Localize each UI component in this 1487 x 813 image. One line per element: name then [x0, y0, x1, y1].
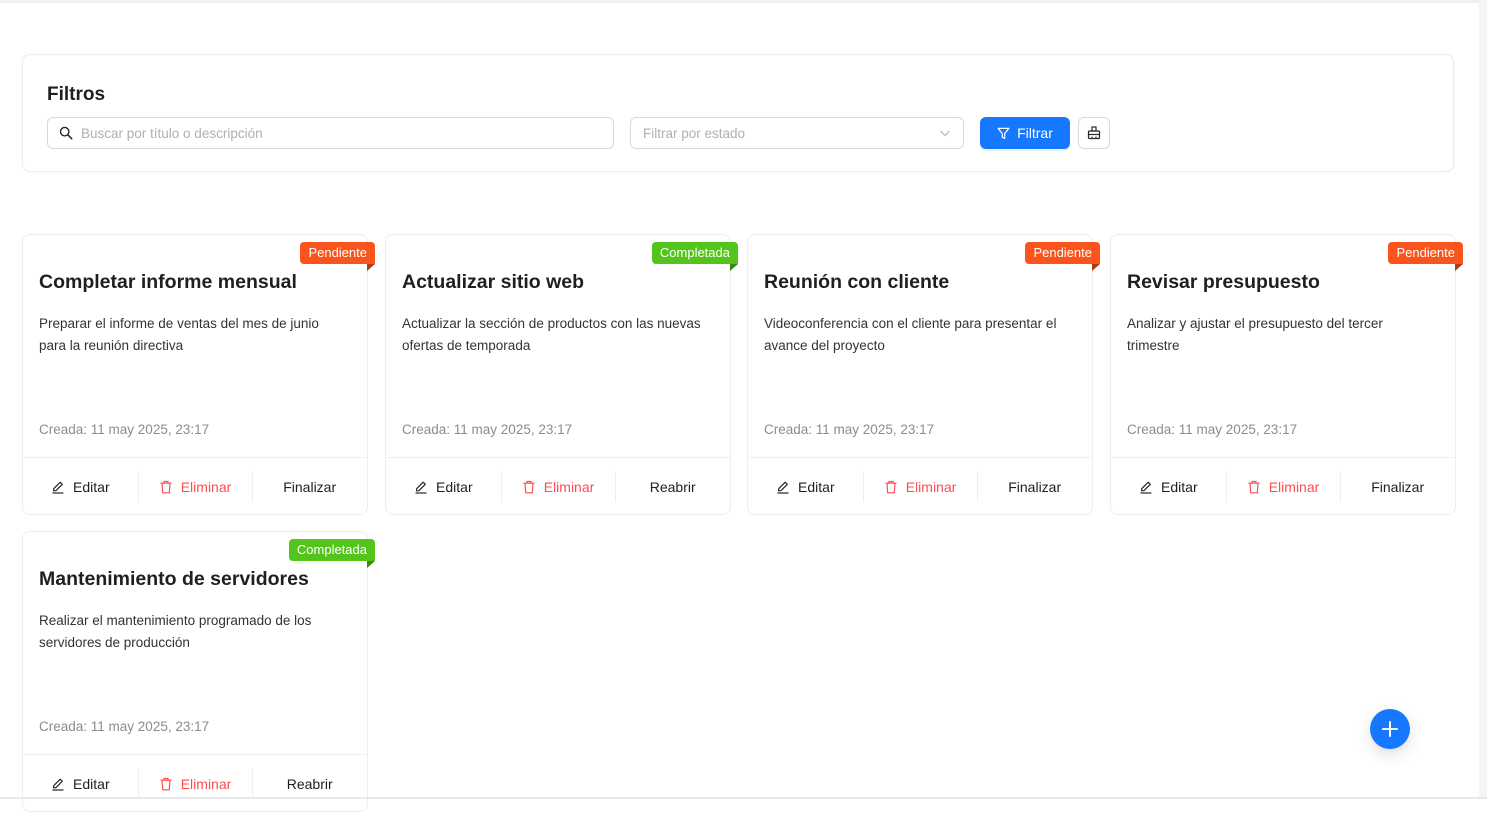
- top-divider: [0, 0, 1479, 3]
- toggle-status-label: Finalizar: [1371, 479, 1425, 495]
- scrollbar-track[interactable]: [1479, 0, 1487, 799]
- search-icon: [59, 126, 73, 140]
- task-description: Analizar y ajustar el presupuesto del te…: [1127, 316, 1383, 353]
- task-actions: Editar Eliminar Reabrir: [386, 457, 730, 516]
- edit-button[interactable]: Editar: [23, 458, 138, 516]
- search-input[interactable]: [79, 124, 603, 142]
- task-title: Revisar presupuesto: [1127, 271, 1320, 293]
- delete-button-label: Eliminar: [180, 479, 232, 495]
- toggle-status-label: Reabrir: [649, 479, 696, 495]
- task-actions: Editar Eliminar Finalizar: [748, 457, 1092, 516]
- status-badge-label: Pendiente: [1396, 245, 1455, 260]
- finish-button[interactable]: Finalizar: [252, 458, 367, 516]
- status-badge: Pendiente: [300, 242, 375, 271]
- task-created-date: Creada: 11 may 2025, 23:17: [764, 422, 935, 437]
- delete-button-label: Eliminar: [543, 479, 595, 495]
- toggle-status-label: Finalizar: [1008, 479, 1062, 495]
- task-actions: Editar Eliminar Finalizar: [23, 457, 367, 516]
- status-badge-label: Pendiente: [1033, 245, 1092, 260]
- ribbon-fold: [730, 264, 738, 271]
- edit-button-label: Editar: [73, 479, 110, 495]
- edit-icon: [52, 481, 64, 494]
- ribbon-fold: [367, 561, 375, 568]
- edit-icon: [777, 481, 789, 494]
- task-description: Actualizar la sección de productos con l…: [402, 316, 701, 353]
- plus-icon: [1382, 721, 1398, 737]
- status-badge-label: Completada: [296, 542, 367, 557]
- trash-icon: [160, 480, 172, 494]
- task-card: Completada Actualizar sitio web Actualizar…: [385, 234, 738, 516]
- clear-filters-button[interactable]: [1078, 117, 1110, 149]
- filter-button[interactable]: Filtrar: [980, 117, 1070, 149]
- status-badge: Pendiente: [1025, 242, 1100, 271]
- task-title: Completar informe mensual: [39, 271, 297, 293]
- status-badge-label: Pendiente: [308, 245, 367, 260]
- ribbon-fold: [1092, 264, 1100, 271]
- add-task-button[interactable]: [1370, 709, 1410, 749]
- delete-button-label: Eliminar: [905, 479, 957, 495]
- edit-button-label: Editar: [73, 776, 110, 792]
- task-actions: Editar Eliminar Reabrir: [23, 754, 367, 813]
- task-description: Preparar el informe de ventas del mes de…: [39, 316, 319, 353]
- delete-button[interactable]: Eliminar: [137, 755, 253, 813]
- filters-panel: Filtros Filtrar por estado Filtrar: [22, 54, 1454, 172]
- reopen-button[interactable]: Reabrir: [615, 458, 730, 516]
- edit-button[interactable]: Editar: [1111, 458, 1226, 516]
- delete-button-label: Eliminar: [1268, 479, 1320, 495]
- task-created-date: Creada: 11 may 2025, 23:17: [39, 719, 210, 734]
- edit-button[interactable]: Editar: [748, 458, 863, 516]
- clear-icon: [1087, 126, 1101, 140]
- task-description: Realizar el mantenimiento programado de …: [39, 613, 312, 650]
- trash-icon: [1248, 480, 1260, 494]
- delete-button[interactable]: Eliminar: [862, 458, 978, 516]
- funnel-icon: [997, 127, 1010, 139]
- ribbon-fold: [1455, 264, 1463, 271]
- task-card: Pendiente Revisar presupuesto Analizar y a…: [1110, 234, 1463, 516]
- finish-button[interactable]: Finalizar: [1340, 458, 1455, 516]
- edit-button[interactable]: Editar: [386, 458, 501, 516]
- task-title: Reunión con cliente: [764, 271, 950, 293]
- finish-button[interactable]: Finalizar: [977, 458, 1092, 516]
- status-badge-label: Completada: [659, 245, 730, 260]
- task-description: Videoconferencia con el cliente para pre…: [764, 316, 1057, 353]
- task-title: Actualizar sitio web: [402, 271, 585, 293]
- filter-button-label: Filtrar: [1017, 125, 1053, 141]
- status-select[interactable]: Filtrar por estado: [630, 117, 964, 149]
- edit-icon: [52, 778, 64, 791]
- task-created-date: Creada: 11 may 2025, 23:17: [1127, 422, 1298, 437]
- task-card: Pendiente Reunión con cliente Videoconfere…: [747, 234, 1100, 516]
- status-badge: Pendiente: [1388, 242, 1463, 271]
- edit-button-label: Editar: [436, 479, 473, 495]
- reopen-button[interactable]: Reabrir: [252, 755, 367, 813]
- search-input-wrapper[interactable]: [47, 117, 614, 149]
- trash-icon: [160, 777, 172, 791]
- task-title: Mantenimiento de servidores: [39, 568, 309, 590]
- trash-icon: [885, 480, 897, 494]
- edit-icon: [415, 481, 427, 494]
- task-actions: Editar Eliminar Finalizar: [1111, 457, 1455, 516]
- delete-button-label: Eliminar: [180, 776, 232, 792]
- task-card: Completada Mantenimiento de servidores Rea…: [22, 531, 375, 813]
- edit-button[interactable]: Editar: [23, 755, 138, 813]
- edit-icon: [1140, 481, 1152, 494]
- status-badge: Completada: [288, 539, 375, 568]
- delete-button[interactable]: Eliminar: [1225, 458, 1341, 516]
- chevron-down-icon: [940, 130, 950, 137]
- toggle-status-label: Reabrir: [286, 776, 333, 792]
- toggle-status-label: Finalizar: [283, 479, 337, 495]
- status-select-placeholder: Filtrar por estado: [643, 125, 746, 141]
- status-badge: Completada: [651, 242, 738, 271]
- trash-icon: [523, 480, 535, 494]
- ribbon-fold: [367, 264, 375, 271]
- delete-button[interactable]: Eliminar: [500, 458, 616, 516]
- task-created-date: Creada: 11 may 2025, 23:17: [402, 422, 573, 437]
- task-card: Pendiente Completar informe mensual Prepar…: [22, 234, 375, 516]
- edit-button-label: Editar: [798, 479, 835, 495]
- delete-button[interactable]: Eliminar: [137, 458, 253, 516]
- filters-title: Filtros: [47, 84, 106, 105]
- task-created-date: Creada: 11 may 2025, 23:17: [39, 422, 210, 437]
- edit-button-label: Editar: [1161, 479, 1198, 495]
